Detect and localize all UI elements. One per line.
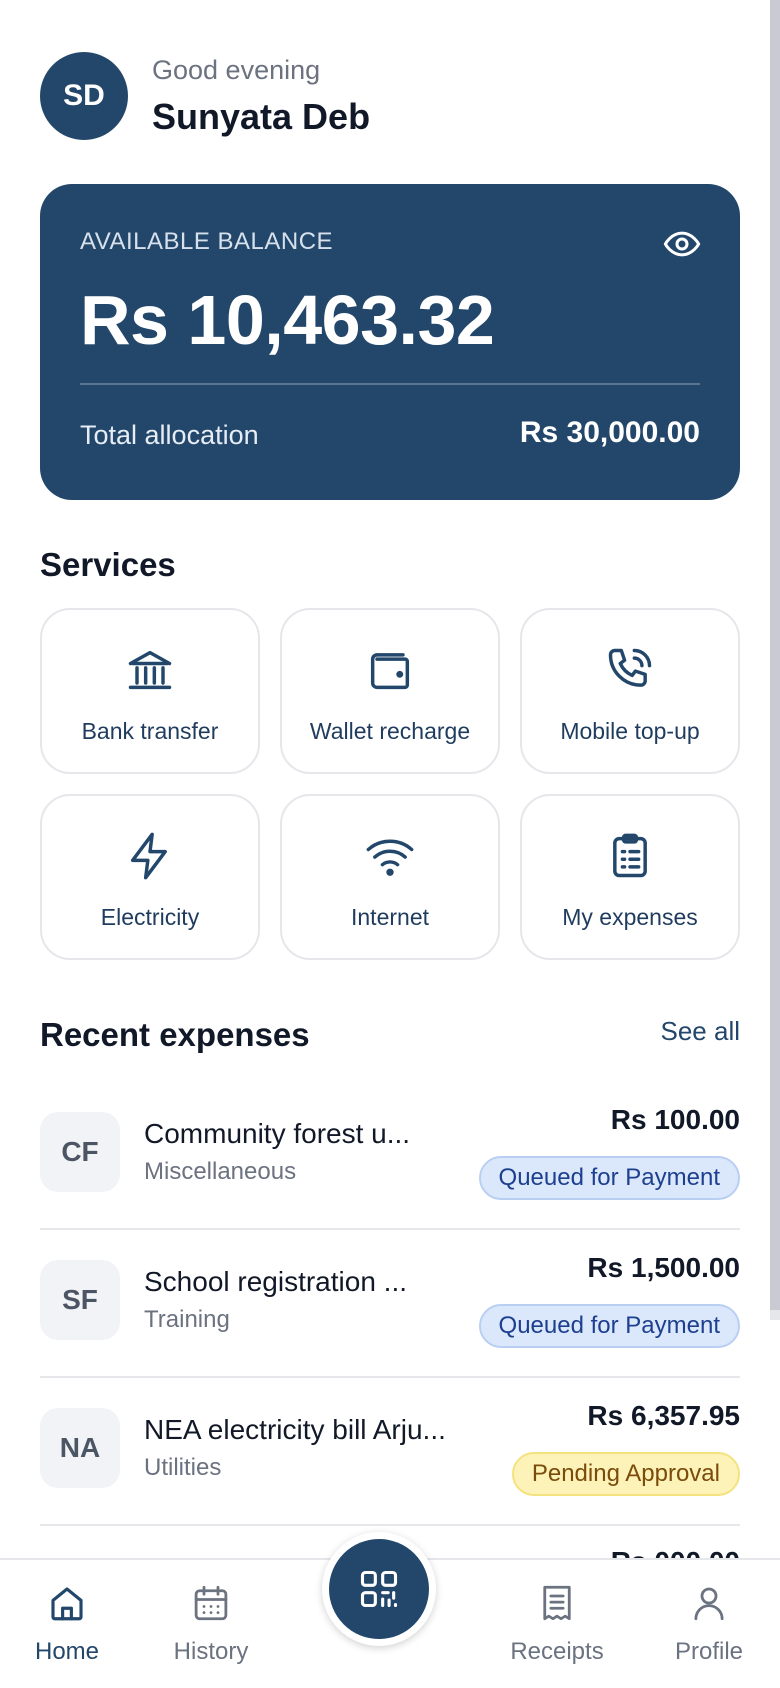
phone-icon xyxy=(608,648,652,687)
wifi-icon xyxy=(366,839,414,876)
recent-expenses-title: Recent expenses xyxy=(40,1016,310,1053)
expense-title: NEA electricity bill Arju... xyxy=(144,1414,446,1445)
services-grid: Bank transfer Wallet recharge Mobile top… xyxy=(40,608,740,960)
user-icon xyxy=(694,1587,724,1621)
service-bank-transfer[interactable]: Bank transfer xyxy=(40,608,260,774)
expense-title: Community forest u... xyxy=(144,1118,411,1149)
service-label: Electricity xyxy=(100,904,200,930)
service-label: Wallet recharge xyxy=(309,718,471,744)
greeting-header: SD Good evening Sunyata Deb xyxy=(40,52,370,140)
qr-scan-icon xyxy=(360,1570,398,1608)
eye-icon[interactable] xyxy=(662,224,702,264)
status-badge: Pending Approval xyxy=(511,1452,740,1496)
expense-amount: Rs 6,357.95 xyxy=(587,1400,740,1431)
list-item[interactable]: NA NEA electricity bill Arju... Utilitie… xyxy=(40,1378,740,1526)
see-all-link[interactable]: See all xyxy=(661,1016,741,1047)
services-title: Services xyxy=(40,546,176,583)
balance-card: AVAILABLE BALANCE Rs 10,463.32 Total all… xyxy=(40,184,740,500)
balance-label: AVAILABLE BALANCE xyxy=(80,228,334,255)
expense-category: Utilities xyxy=(144,1454,222,1481)
clipboard-icon xyxy=(613,833,647,878)
greeting-text: Good evening xyxy=(152,54,321,85)
avatar[interactable]: SD xyxy=(40,52,128,140)
allocation-label: Total allocation xyxy=(80,420,259,450)
service-my-expenses[interactable]: My expenses xyxy=(520,794,740,960)
expense-list: CF Community forest u... Miscellaneous R… xyxy=(40,1082,740,1526)
nav-label: Home xyxy=(34,1638,100,1665)
nav-profile[interactable]: Profile xyxy=(654,1582,764,1666)
wallet-icon xyxy=(370,653,410,690)
expense-category: Training xyxy=(144,1306,230,1333)
balance-amount: Rs 10,463.32 xyxy=(80,281,495,359)
service-mobile-top-up[interactable]: Mobile top-up xyxy=(520,608,740,774)
service-internet[interactable]: Internet xyxy=(280,794,500,960)
nav-label: Receipts xyxy=(510,1638,604,1665)
expense-amount: Rs 1,500.00 xyxy=(587,1252,740,1283)
receipt-icon xyxy=(543,1585,571,1621)
nav-history[interactable]: History xyxy=(156,1582,266,1666)
service-label: Internet xyxy=(351,904,429,930)
list-item[interactable]: CF Community forest u... Miscellaneous R… xyxy=(40,1082,740,1230)
expense-amount: Rs 100.00 xyxy=(610,1104,740,1135)
status-badge: Queued for Payment xyxy=(478,1304,740,1348)
nav-home[interactable]: Home xyxy=(12,1582,122,1666)
expense-initials: SF xyxy=(40,1260,120,1340)
home-icon xyxy=(51,1587,83,1621)
scan-qr-button[interactable] xyxy=(322,1532,436,1646)
status-badge: Queued for Payment xyxy=(478,1156,740,1200)
expense-initials: NA xyxy=(40,1408,120,1488)
service-wallet-recharge[interactable]: Wallet recharge xyxy=(280,608,500,774)
expense-category: Miscellaneous xyxy=(144,1158,297,1185)
expense-initials: CF xyxy=(40,1112,120,1192)
service-label: Bank transfer xyxy=(81,718,219,744)
lightning-icon xyxy=(130,832,167,880)
calendar-icon xyxy=(194,1585,228,1621)
bank-icon xyxy=(128,650,172,690)
balance-divider xyxy=(80,383,700,385)
user-name: Sunyata Deb xyxy=(152,95,371,137)
list-item[interactable]: SF School registration ... Training Rs 1… xyxy=(40,1230,740,1378)
service-electricity[interactable]: Electricity xyxy=(40,794,260,960)
nav-label: Profile xyxy=(674,1638,744,1665)
allocation-value: Rs 30,000.00 xyxy=(519,416,700,449)
expense-title: School registration ... xyxy=(144,1266,408,1297)
nav-label: History xyxy=(173,1638,249,1665)
nav-receipts[interactable]: Receipts xyxy=(502,1582,612,1666)
service-label: My expenses xyxy=(562,904,698,930)
scrollbar[interactable] xyxy=(770,0,780,1320)
service-label: Mobile top-up xyxy=(560,718,700,744)
scrollbar-thumb[interactable] xyxy=(770,0,780,1310)
